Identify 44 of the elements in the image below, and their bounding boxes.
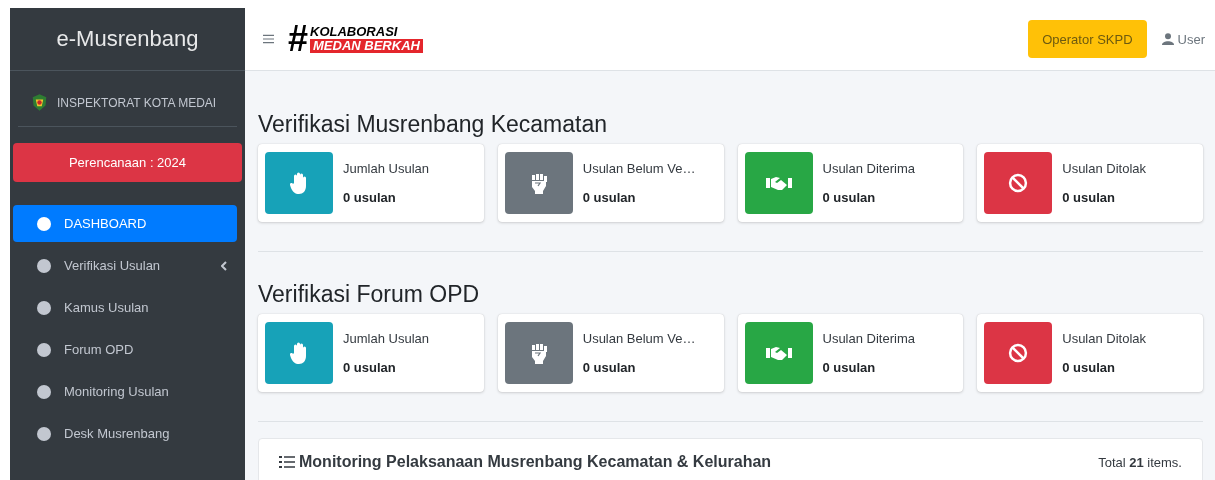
nav-item[interactable]: Desk Musrenbang xyxy=(13,415,237,452)
card-label: Usulan Diterima xyxy=(822,331,915,346)
agency-name[interactable]: INSPEKTORAT KOTA MEDAI xyxy=(57,95,217,110)
card-value: 0 usulan xyxy=(343,190,397,205)
circle-icon xyxy=(37,342,51,357)
ban-icon xyxy=(1008,341,1029,365)
card-label: Usulan Belum Ve… xyxy=(582,331,696,346)
role-button[interactable]: Operator SKPD xyxy=(1028,20,1147,58)
card-value: 0 usulan xyxy=(1062,360,1116,375)
card-value: 0 usulan xyxy=(582,190,637,205)
circle-icon xyxy=(37,300,51,315)
card-value: 0 usulan xyxy=(343,360,397,375)
section-title: Verifikasi Forum OPD xyxy=(258,281,481,308)
card-value: 0 usulan xyxy=(582,360,637,375)
item-count: Total 21 items. xyxy=(1098,454,1182,470)
card-value: 0 usulan xyxy=(822,190,877,205)
panel-title: Monitoring Pelaksanaan Musrenbang Kecamatan & Kelurahan xyxy=(299,453,772,471)
nav-item[interactable]: Kamus Usulan xyxy=(13,289,237,326)
list-icon xyxy=(279,455,295,469)
nav-item[interactable]: Monitoring Usulan xyxy=(13,373,237,410)
card-label: Usulan Belum Ve… xyxy=(582,161,696,176)
nav-item[interactable]: Forum OPD xyxy=(13,331,237,368)
circle-icon xyxy=(37,258,51,273)
circle-icon xyxy=(37,426,51,441)
user-menu[interactable]: User xyxy=(1160,31,1205,47)
circle-icon xyxy=(37,384,51,399)
ban-icon xyxy=(1008,171,1029,195)
circle-icon xyxy=(37,216,51,231)
nav-item[interactable]: DASHBOARD xyxy=(13,205,237,242)
nav-item[interactable]: Verifikasi Usulan xyxy=(13,247,237,284)
card-label: Usulan Ditolak xyxy=(1062,331,1147,346)
menu-icon[interactable] xyxy=(263,34,274,44)
card-label: Usulan Diterima xyxy=(822,161,915,176)
card-value: 0 usulan xyxy=(822,360,877,375)
section-title: Verifikasi Musrenbang Kecamatan xyxy=(258,111,609,138)
card-label: Jumlah Usulan xyxy=(343,161,429,176)
hand-icon xyxy=(289,341,309,365)
hand-icon xyxy=(289,171,309,195)
user-icon xyxy=(1160,33,1175,45)
card-label: Usulan Ditolak xyxy=(1062,161,1147,176)
year-button[interactable]: Perencanaan : 2024 xyxy=(13,143,242,182)
card-label: Jumlah Usulan xyxy=(343,331,429,346)
card-value: 0 usulan xyxy=(1062,190,1116,205)
emblem-icon xyxy=(32,93,47,112)
